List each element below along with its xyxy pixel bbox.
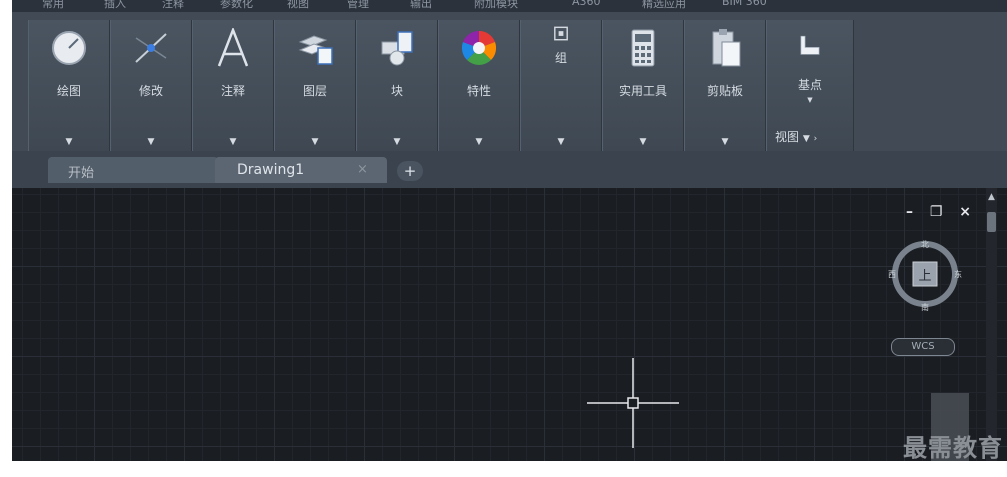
dropdown-arrow-icon[interactable]: ▼ — [767, 96, 853, 104]
dropdown-arrow-icon[interactable]: ▼ — [111, 137, 191, 147]
scrollbar-thumb[interactable] — [987, 212, 996, 232]
wcs-menu[interactable]: WCS — [891, 338, 955, 356]
ribbon-tab[interactable]: 输出 — [410, 0, 432, 11]
dropdown-arrow-icon: ▼ — [802, 134, 810, 144]
dropdown-arrow-icon[interactable]: ▼ — [275, 137, 355, 147]
ribbon-tab[interactable]: 注释 — [162, 0, 184, 11]
dropdown-arrow-icon[interactable]: ▼ — [521, 137, 601, 147]
tab-start[interactable]: 开始 — [48, 157, 218, 183]
ribbon-button-label: 绘图 — [56, 84, 81, 98]
dropdown-arrow-icon[interactable]: ▼ — [29, 137, 109, 147]
scroll-up-icon[interactable]: ▲ — [986, 192, 997, 202]
ribbon-button-base-point[interactable]: 基点 ▼ — [767, 20, 853, 116]
ribbon-tab[interactable]: 常用 — [42, 0, 64, 11]
compass-east[interactable]: 东 — [954, 269, 962, 279]
compass-south[interactable]: 南 — [921, 302, 929, 312]
ribbon-tab[interactable]: 附加模块 — [474, 0, 518, 11]
ribbon-button-utilities[interactable]: 实用工具 ▼ — [602, 20, 684, 151]
tab-label: 开始 — [68, 166, 95, 181]
dropdown-arrow-icon[interactable]: ▼ — [685, 137, 765, 147]
calculator-icon — [631, 29, 655, 67]
ribbon-tab[interactable]: BIM 360 — [722, 0, 767, 8]
ribbon-button-block[interactable]: 块 ▼ — [356, 20, 438, 151]
ribbon-tab[interactable]: A360 — [572, 0, 601, 8]
layers-icon — [298, 35, 333, 65]
autocad-window: 常用 插入 注释 参数化 视图 管理 输出 附加模块 A360 精选应用 BIM… — [12, 0, 1007, 461]
ribbon-panel-view: 基点 ▼ 视图 ▼ › — [766, 20, 854, 151]
dropdown-arrow-icon[interactable]: ▼ — [193, 137, 273, 147]
vertical-scrollbar[interactable]: ▲ — [986, 188, 997, 461]
tab-label: Drawing1 — [237, 162, 305, 178]
ribbon-tab-strip: 常用 插入 注释 参数化 视图 管理 输出 附加模块 A360 精选应用 BIM… — [12, 0, 1007, 12]
ribbon-button-label: 实用工具 — [618, 84, 667, 98]
viewport-window-controls[interactable]: – ❐ × — [906, 204, 977, 220]
view-panel-label: 视图 — [775, 130, 800, 144]
ribbon-tab[interactable]: 视图 — [287, 0, 309, 11]
ribbon-button-label: 注释 — [220, 84, 245, 98]
ribbon-tab[interactable]: 插入 — [104, 0, 126, 11]
clipboard-icon — [712, 29, 741, 67]
view-panel-title[interactable]: 视图 ▼ › — [775, 128, 817, 145]
plus-icon: + — [403, 162, 417, 180]
close-icon[interactable]: × — [357, 162, 368, 177]
dropdown-arrow-icon[interactable]: ▼ — [603, 137, 683, 147]
draw-circle-icon — [52, 31, 86, 65]
compass-north[interactable]: 北 — [921, 240, 929, 249]
ribbon-tab[interactable]: 管理 — [347, 0, 369, 11]
ribbon-button-label: 组 — [554, 51, 567, 65]
base-point-icon — [800, 35, 820, 55]
drawing-canvas[interactable]: – ❐ × 上 北 南 东 西 WCS ▲ — [12, 188, 1007, 461]
ribbon-button-draw[interactable]: 绘图 ▼ — [28, 20, 110, 151]
watermark-logo: 最需教育 — [903, 434, 1003, 462]
viewcube-top-face[interactable]: 上 — [918, 269, 931, 284]
ribbon-button-clipboard[interactable]: 剪贴板 ▼ — [684, 20, 766, 151]
document-tab-bar: 开始 Drawing1 × + — [12, 151, 1007, 188]
ribbon-button-label: 特性 — [466, 84, 491, 98]
ribbon-tab[interactable]: 精选应用 — [642, 0, 686, 11]
add-tab-button[interactable]: + — [397, 161, 423, 181]
ribbon-tab[interactable]: 参数化 — [220, 0, 253, 11]
crosshair-cursor — [587, 358, 679, 448]
ribbon-button-label: 修改 — [138, 84, 163, 98]
ribbon-button-label: 剪贴板 — [706, 84, 743, 98]
compass-west[interactable]: 西 — [888, 270, 896, 279]
panel-expand-icon[interactable]: › — [814, 134, 818, 144]
ribbon-button-modify[interactable]: 修改 ▼ — [110, 20, 192, 151]
properties-color-wheel-icon — [461, 30, 497, 65]
modify-move-icon — [135, 33, 167, 63]
ribbon-button-properties[interactable]: 特性 ▼ — [438, 20, 520, 151]
group-icon — [554, 26, 568, 41]
ribbon-button-label: 块 — [390, 84, 403, 98]
ribbon-button-label: 图层 — [302, 84, 327, 98]
ribbon-button-annotate[interactable]: 注释 ▼ — [192, 20, 274, 151]
ribbon-button-layers[interactable]: 图层 ▼ — [274, 20, 356, 151]
block-icon — [381, 31, 413, 66]
viewcube[interactable]: 上 北 南 东 西 — [887, 236, 963, 312]
dropdown-arrow-icon[interactable]: ▼ — [439, 137, 519, 147]
tab-drawing1[interactable]: Drawing1 × — [215, 157, 387, 183]
ribbon-panel: 绘图 ▼ 修改 ▼ 注释 ▼ 图层 ▼ 块 ▼ 特性 ▼ 组 ▼ 实用工具 ▼ … — [12, 12, 1007, 152]
dropdown-arrow-icon[interactable]: ▼ — [357, 137, 437, 147]
wcs-label: WCS — [911, 341, 935, 352]
ribbon-button-label: 基点 — [797, 78, 822, 92]
annotate-text-icon — [217, 28, 249, 67]
ribbon-button-group[interactable]: 组 ▼ — [520, 20, 602, 151]
